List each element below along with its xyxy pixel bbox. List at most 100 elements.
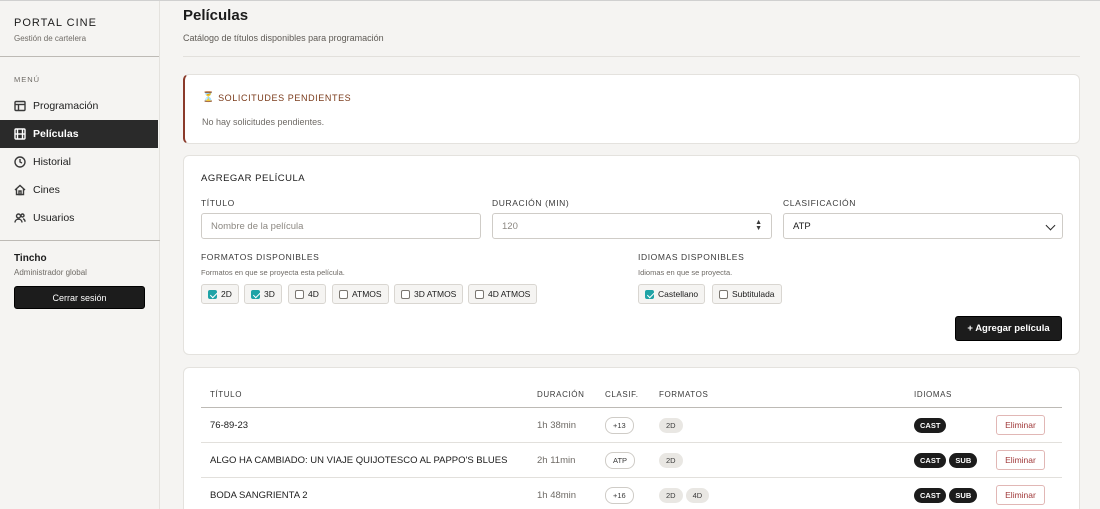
format-label: 3D ATMOS <box>414 289 457 299</box>
menu-label: MENÚ <box>14 75 41 84</box>
movie-languages: CAST <box>914 408 949 443</box>
delete-button[interactable]: Eliminar <box>996 415 1045 435</box>
delete-button[interactable]: Eliminar <box>996 450 1045 470</box>
table-row: BODA SANGRIENTA 2 1h 48min +16 2D 4D CAS… <box>201 477 1062 509</box>
column-header-title: TÍTULO <box>210 390 243 399</box>
sidebar-item-label: Programación <box>33 100 99 112</box>
rating-select[interactable]: ATP <box>783 213 1063 239</box>
checkbox-icon <box>401 289 410 299</box>
language-badge: SUB <box>949 453 978 468</box>
formats-hint: Formatos en que se proyecta esta películ… <box>201 268 345 277</box>
checkbox-icon <box>475 289 484 299</box>
film-icon <box>14 128 26 140</box>
clock-icon <box>14 156 26 168</box>
movie-duration: 2h 11min <box>537 455 576 466</box>
sidebar-item-cines[interactable]: Cines <box>0 176 159 204</box>
format-label: 2D <box>221 289 232 299</box>
format-option-atmos[interactable]: ATMOS <box>332 284 389 304</box>
sidebar-item-label: Cines <box>33 184 60 196</box>
movies-table-card: TÍTULO DURACIÓN CLASIF. FORMATOS IDIOMAS… <box>183 367 1080 509</box>
sidebar-item-peliculas[interactable]: Películas <box>0 120 158 148</box>
brand-subtitle: Gestión de cartelera <box>14 34 87 43</box>
sidebar-item-label: Películas <box>33 128 79 140</box>
sidebar-item-usuarios[interactable]: Usuarios <box>0 204 159 232</box>
movie-languages: CAST SUB <box>914 478 980 509</box>
movie-title: ALGO HA CAMBIADO: UN VIAJE QUIJOTESCO AL… <box>210 455 508 466</box>
stepper-icon[interactable]: ▲ ▼ <box>755 219 762 232</box>
brand-title: PORTAL CINE <box>14 17 97 29</box>
movie-formats: 2D <box>659 408 686 443</box>
movie-rating: +13 <box>605 408 637 443</box>
main-content: Películas Catálogo de títulos disponible… <box>183 1 1080 509</box>
languages-hint: Idiomas en que se proyecta. <box>638 268 733 277</box>
format-option-4d-atmos[interactable]: 4D ATMOS <box>468 284 538 304</box>
format-option-3d[interactable]: 3D <box>244 284 282 304</box>
checkbox-checked-icon <box>251 289 260 299</box>
checkbox-icon <box>719 289 728 299</box>
brand: PORTAL CINE Gestión de cartelera <box>0 1 159 57</box>
page-subtitle: Catálogo de títulos disponibles para pro… <box>183 33 384 43</box>
language-badge: CAST <box>914 453 947 468</box>
duration-placeholder: 120 <box>502 220 518 232</box>
format-label: ATMOS <box>352 289 382 299</box>
language-option-castellano[interactable]: Castellano <box>638 284 706 304</box>
sidebar-item-historial[interactable]: Historial <box>0 148 159 176</box>
delete-button[interactable]: Eliminar <box>996 485 1045 505</box>
format-label: 3D <box>264 289 275 299</box>
format-label: 4D <box>308 289 319 299</box>
movie-languages: CAST SUB <box>914 443 980 478</box>
format-option-3d-atmos[interactable]: 3D ATMOS <box>394 284 464 304</box>
format-option-2d[interactable]: 2D <box>201 284 239 304</box>
checkbox-icon <box>295 289 304 299</box>
sidebar-item-label: Historial <box>33 156 71 168</box>
pending-requests-label: SOLICITUDES PENDIENTES <box>218 92 352 103</box>
duration-input[interactable]: 120 ▲ ▼ <box>492 213 772 239</box>
format-badge: 2D <box>659 453 683 468</box>
movie-title: 76-89-23 <box>210 420 249 431</box>
user-block: Tincho Administrador global Cerrar sesió… <box>0 240 160 321</box>
checkbox-icon <box>339 289 348 299</box>
user-name: Tincho <box>14 253 47 264</box>
movie-rating: ATP <box>605 443 638 478</box>
movie-rating: +16 <box>605 478 637 509</box>
formats-label: FORMATOS DISPONIBLES <box>201 252 320 262</box>
language-label: Castellano <box>658 289 699 299</box>
users-icon <box>14 213 26 223</box>
format-option-4d[interactable]: 4D <box>288 284 326 304</box>
page-title: Películas <box>183 7 249 24</box>
calendar-icon <box>14 100 26 112</box>
language-option-subtitulada[interactable]: Subtitulada <box>712 284 782 304</box>
sidebar-item-programacion[interactable]: Programación <box>0 92 159 120</box>
divider <box>183 56 1080 57</box>
home-icon <box>14 184 26 196</box>
chevron-down-icon <box>1045 220 1056 231</box>
language-label: Subtitulada <box>732 289 775 299</box>
language-badge: CAST <box>914 488 947 503</box>
rating-select-value: ATP <box>793 220 811 232</box>
column-header-rating: CLASIF. <box>605 390 639 399</box>
language-badge: CAST <box>914 418 947 433</box>
movie-duration: 1h 48min <box>537 490 577 501</box>
add-movie-button[interactable]: + Agregar película <box>955 316 1062 341</box>
language-badge: SUB <box>949 488 978 503</box>
movie-formats: 2D <box>659 443 686 478</box>
column-header-duration: DURACIÓN <box>537 390 585 399</box>
table-row: ALGO HA CAMBIADO: UN VIAJE QUIJOTESCO AL… <box>201 442 1062 477</box>
sidebar: PORTAL CINE Gestión de cartelera MENÚ Pr… <box>0 1 160 509</box>
user-role: Administrador global <box>14 268 87 277</box>
column-header-formats: FORMATOS <box>659 390 709 399</box>
hourglass-icon: ⏳ <box>202 92 216 103</box>
duration-label: DURACIÓN (MIN) <box>492 198 570 208</box>
format-badge: 4D <box>685 488 710 503</box>
rating-badge: ATP <box>605 452 636 469</box>
format-label: 4D ATMOS <box>488 289 531 299</box>
movie-duration: 1h 38min <box>537 420 577 431</box>
pending-empty-text: No hay solicitudes pendientes. <box>202 117 325 127</box>
movie-formats: 2D 4D <box>659 478 712 509</box>
rating-label: CLASIFICACIÓN <box>783 198 856 208</box>
checkbox-checked-icon <box>208 289 217 299</box>
table-row: 76-89-23 1h 38min +13 2D CAST Eliminar <box>201 407 1062 442</box>
title-input[interactable]: Nombre de la película <box>201 213 481 239</box>
logout-button[interactable]: Cerrar sesión <box>14 286 145 309</box>
column-header-languages: IDIOMAS <box>914 390 952 399</box>
